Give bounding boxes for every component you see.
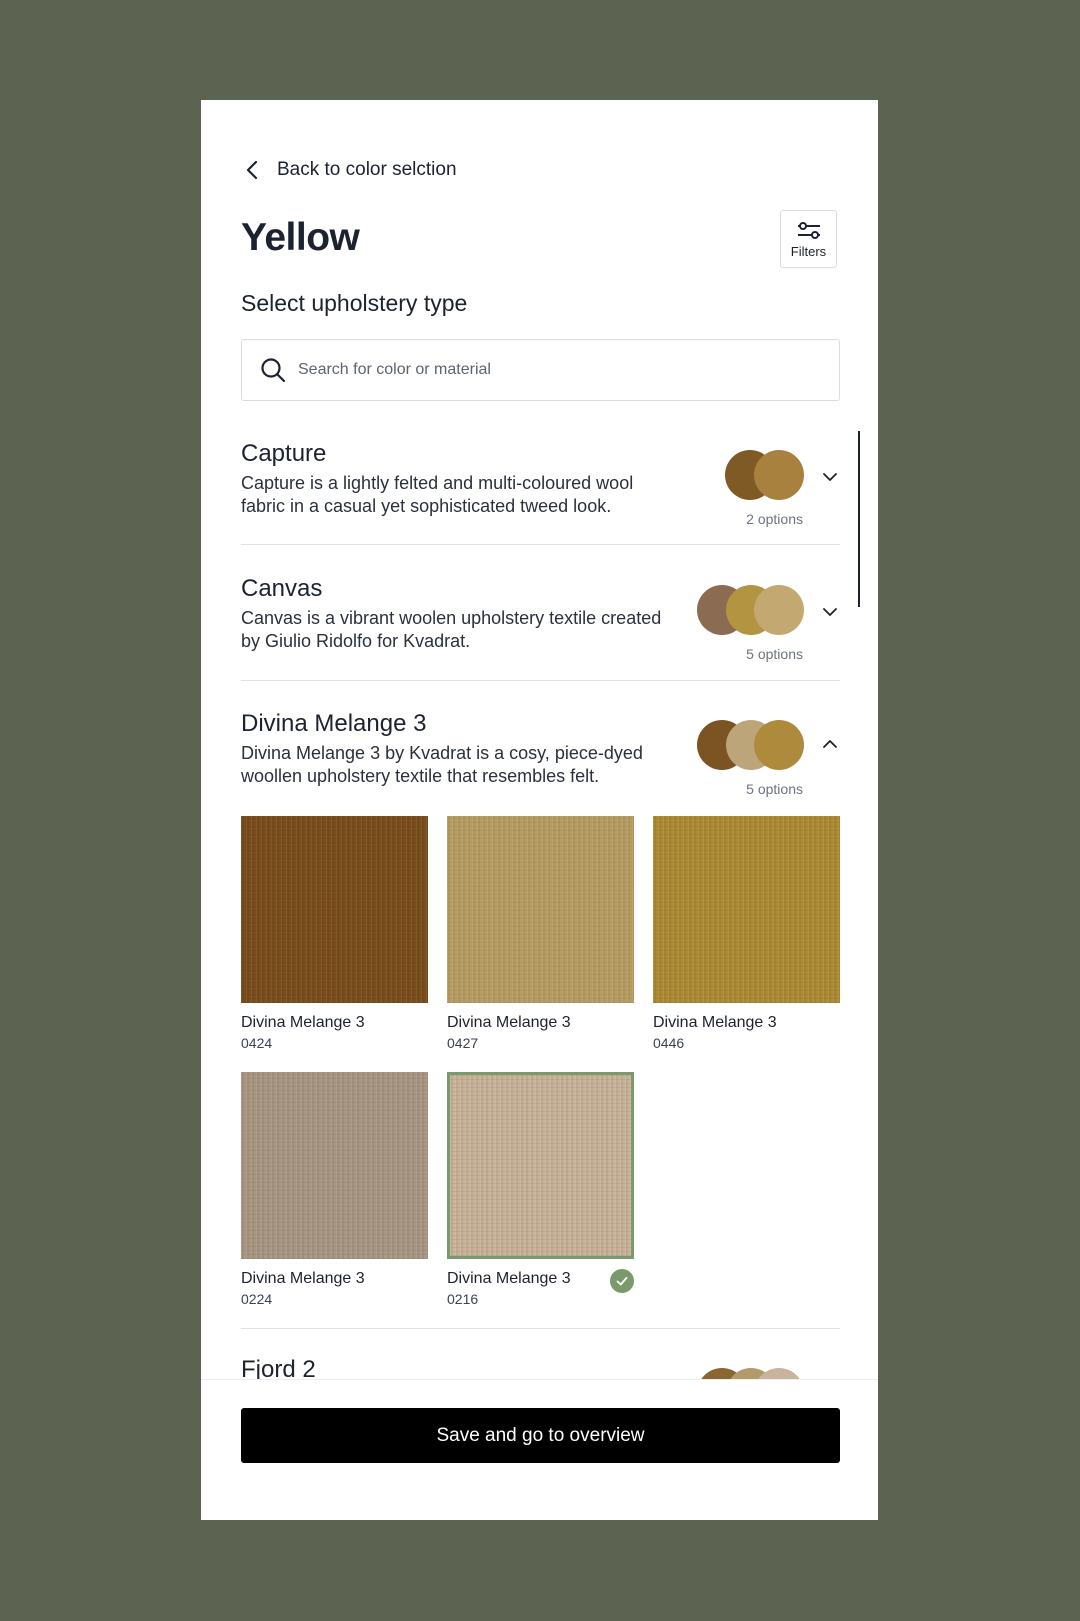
material-description: Canvas is a vibrant woolen upholstery te… <box>241 608 662 651</box>
options-count: 5 options <box>746 646 803 662</box>
fabric-swatch-name: Divina Melange 3 <box>447 1014 571 1031</box>
section-subtitle: Select upholstery type <box>241 290 468 316</box>
fabric-swatch-code: 0427 <box>447 1035 479 1051</box>
check-icon <box>610 1269 634 1293</box>
material-item-divina-melange-3[interactable]: Divina Melange 3 Divina Melange 3 by Kva… <box>241 710 840 800</box>
options-count: 5 options <box>746 781 803 797</box>
swatch-circle <box>754 585 804 635</box>
divider <box>241 680 840 681</box>
back-label: Back to color selction <box>277 159 457 180</box>
fabric-swatch-card-selected[interactable]: Divina Melange 3 0216 <box>447 1072 634 1307</box>
material-item-capture[interactable]: Capture Capture is a lightly felted and … <box>241 440 840 530</box>
chevron-left-icon <box>246 160 258 180</box>
material-name: Divina Melange 3 <box>241 710 427 737</box>
fabric-swatch-image <box>241 1072 428 1259</box>
search-icon <box>261 358 286 383</box>
fabric-swatch-card[interactable]: Divina Melange 3 0427 <box>447 816 634 1051</box>
fabric-swatch-image <box>447 816 634 1003</box>
fabric-swatch-image <box>241 816 428 1003</box>
options-count: 2 options <box>746 511 803 527</box>
fabric-swatch-code: 0216 <box>447 1291 479 1307</box>
fabric-swatch-code: 0446 <box>653 1035 685 1051</box>
fabric-swatch-name: Divina Melange 3 <box>241 1270 365 1287</box>
scrollbar[interactable] <box>858 431 860 607</box>
save-and-overview-button[interactable]: Save and go to overview <box>241 1408 840 1463</box>
fabric-swatch-image <box>447 1072 634 1259</box>
filters-button[interactable]: Filters <box>780 210 837 268</box>
swatch-circle <box>754 720 804 770</box>
search-field[interactable] <box>241 339 840 401</box>
material-selection-panel: Back to color selction Yellow Filters Se… <box>201 100 878 1520</box>
divider <box>241 1328 840 1329</box>
fabric-swatch-code: 0224 <box>241 1291 273 1307</box>
fabric-swatch-name: Divina Melange 3 <box>447 1270 571 1287</box>
swatch-circle <box>754 450 804 500</box>
material-description: Divina Melange 3 by Kvadrat is a cosy, p… <box>241 743 643 786</box>
fabric-swatch-card[interactable]: Divina Melange 3 0424 <box>241 816 428 1051</box>
filters-label: Filters <box>790 243 827 259</box>
chevron-down-icon[interactable] <box>820 467 840 487</box>
page-title: Yellow <box>241 216 360 259</box>
material-name: Canvas <box>241 575 323 602</box>
divider <box>241 544 840 545</box>
fabric-swatch-card[interactable]: Divina Melange 3 0224 <box>241 1072 428 1307</box>
material-item-canvas[interactable]: Canvas Canvas is a vibrant woolen uphols… <box>241 575 840 665</box>
chevron-up-icon[interactable] <box>820 734 840 754</box>
chevron-down-icon[interactable] <box>820 602 840 622</box>
material-description: Capture is a lightly felted and multi-co… <box>241 473 634 516</box>
fabric-swatch-name: Divina Melange 3 <box>241 1014 365 1031</box>
bottom-action-bar: Save and go to overview <box>201 1379 878 1520</box>
fabric-swatch-code: 0424 <box>241 1035 273 1051</box>
fabric-swatch-name: Divina Melange 3 <box>653 1014 777 1031</box>
material-name: Capture <box>241 440 327 467</box>
fabric-swatch-card[interactable]: Divina Melange 3 0446 <box>653 816 840 1051</box>
fabric-swatch-image <box>653 816 840 1003</box>
filters-icon <box>797 221 820 239</box>
search-input[interactable] <box>296 360 820 380</box>
back-button[interactable]: Back to color selction <box>241 152 457 188</box>
